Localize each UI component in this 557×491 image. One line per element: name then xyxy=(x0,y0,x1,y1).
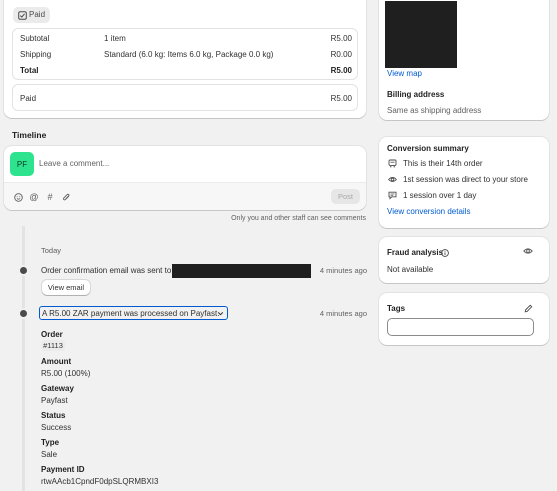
attachment-icon[interactable] xyxy=(61,192,71,202)
conversion-order-count: This is their 14th order xyxy=(403,159,483,168)
mention-icon[interactable]: @ xyxy=(29,192,39,202)
payment-event-toggle[interactable]: A R5.00 ZAR payment was processed on Pay… xyxy=(39,306,228,320)
conversion-session-count: 1 session over 1 day xyxy=(403,191,477,200)
info-icon[interactable] xyxy=(440,248,449,257)
cart-icon xyxy=(388,159,397,168)
fraud-title: Fraud analysis xyxy=(387,248,444,257)
amount-label: Amount xyxy=(41,357,72,366)
tags-card: Tags xyxy=(379,293,549,345)
payment-card: Paid Subtotal 1 item R5.00 Shipping Stan… xyxy=(4,0,366,118)
timeline-dot xyxy=(20,310,27,317)
payment-event-text: A R5.00 ZAR payment was processed on Pay… xyxy=(42,309,220,318)
shipping-label: Shipping xyxy=(20,50,52,59)
chevron-down-icon xyxy=(216,309,224,317)
timeline-dot xyxy=(20,267,27,274)
eye-icon xyxy=(388,175,397,184)
address-card: View map Billing address Same as shippin… xyxy=(379,0,549,120)
billing-address-value: Same as shipping address xyxy=(387,106,482,115)
email-event-text: Order confirmation email was sent to xyxy=(41,266,172,275)
paid-amount: R5.00 xyxy=(330,94,352,103)
order-label: Order xyxy=(41,330,63,339)
tags-title: Tags xyxy=(387,304,406,313)
avatar: PF xyxy=(10,152,34,176)
fraud-value: Not available xyxy=(387,265,434,274)
comment-input[interactable]: Leave a comment... xyxy=(39,159,109,168)
email-event-time: 4 minutes ago xyxy=(319,266,367,275)
hashtag-icon[interactable]: # xyxy=(45,192,55,202)
fraud-card: Fraud analysis Not available xyxy=(379,237,549,283)
total-label: Total xyxy=(20,66,39,75)
payment-event-time: 4 minutes ago xyxy=(319,309,367,318)
total-amount: R5.00 xyxy=(330,66,352,75)
type-label: Type xyxy=(41,438,60,447)
view-email-label: View email xyxy=(47,283,85,292)
order-number-badge[interactable]: #1113 xyxy=(41,340,65,351)
map-thumbnail[interactable] xyxy=(385,1,457,68)
timeline-line xyxy=(22,226,25,491)
timeline-date: Today xyxy=(41,246,62,255)
view-map-link[interactable]: View map xyxy=(387,69,422,78)
amount-value: R5.00 (100%) xyxy=(41,369,91,378)
paid-box: Paid R5.00 xyxy=(12,84,358,111)
subtotal-amount: R5.00 xyxy=(330,34,352,43)
gateway-label: Gateway xyxy=(41,384,74,393)
type-value: Sale xyxy=(41,450,58,459)
view-email-button[interactable]: View email xyxy=(42,280,90,295)
conversion-title: Conversion summary xyxy=(387,144,469,153)
shipping-amount: R0.00 xyxy=(330,50,352,59)
status-value: Success xyxy=(41,423,72,432)
subtotal-desc: 1 item xyxy=(104,34,126,43)
billing-address-title: Billing address xyxy=(387,90,445,99)
checkbox-icon xyxy=(18,10,27,20)
pencil-icon[interactable] xyxy=(523,303,533,313)
eye-icon[interactable] xyxy=(523,246,533,256)
payment-summary-box: Subtotal 1 item R5.00 Shipping Standard … xyxy=(12,28,358,80)
paid-badge: Paid xyxy=(13,7,50,23)
conversion-session-source: 1st session was direct to your store xyxy=(403,175,528,184)
paid-badge-label: Paid xyxy=(29,10,46,19)
chat-icon xyxy=(388,191,397,200)
emoji-icon[interactable] xyxy=(13,192,23,202)
subtotal-label: Subtotal xyxy=(20,34,50,43)
comment-toolbar xyxy=(4,182,366,210)
post-button[interactable]: Post xyxy=(331,189,360,204)
avatar-initials: PF xyxy=(16,159,28,169)
status-label: Status xyxy=(41,411,66,420)
paid-label: Paid xyxy=(20,94,37,103)
gateway-value: Payfast xyxy=(41,396,68,405)
timeline-title: Timeline xyxy=(12,130,47,140)
shipping-desc: Standard (6.0 kg: Items 6.0 kg, Package … xyxy=(104,50,274,59)
payment-id-label: Payment ID xyxy=(41,465,85,474)
redacted-email xyxy=(172,264,311,278)
order-number: #1113 xyxy=(43,341,63,350)
comment-box: PF Leave a comment... @ # Post xyxy=(4,146,366,210)
payment-id-value: rtwAAcb1CpndF0dpSLQRMBXI3 xyxy=(41,477,159,486)
view-conversion-details-link[interactable]: View conversion details xyxy=(387,207,470,216)
tags-input[interactable] xyxy=(387,318,534,336)
staff-note: Only you and other staff can see comment… xyxy=(231,215,366,222)
conversion-card: Conversion summary This is their 14th or… xyxy=(379,137,549,228)
post-button-label: Post xyxy=(337,192,353,201)
